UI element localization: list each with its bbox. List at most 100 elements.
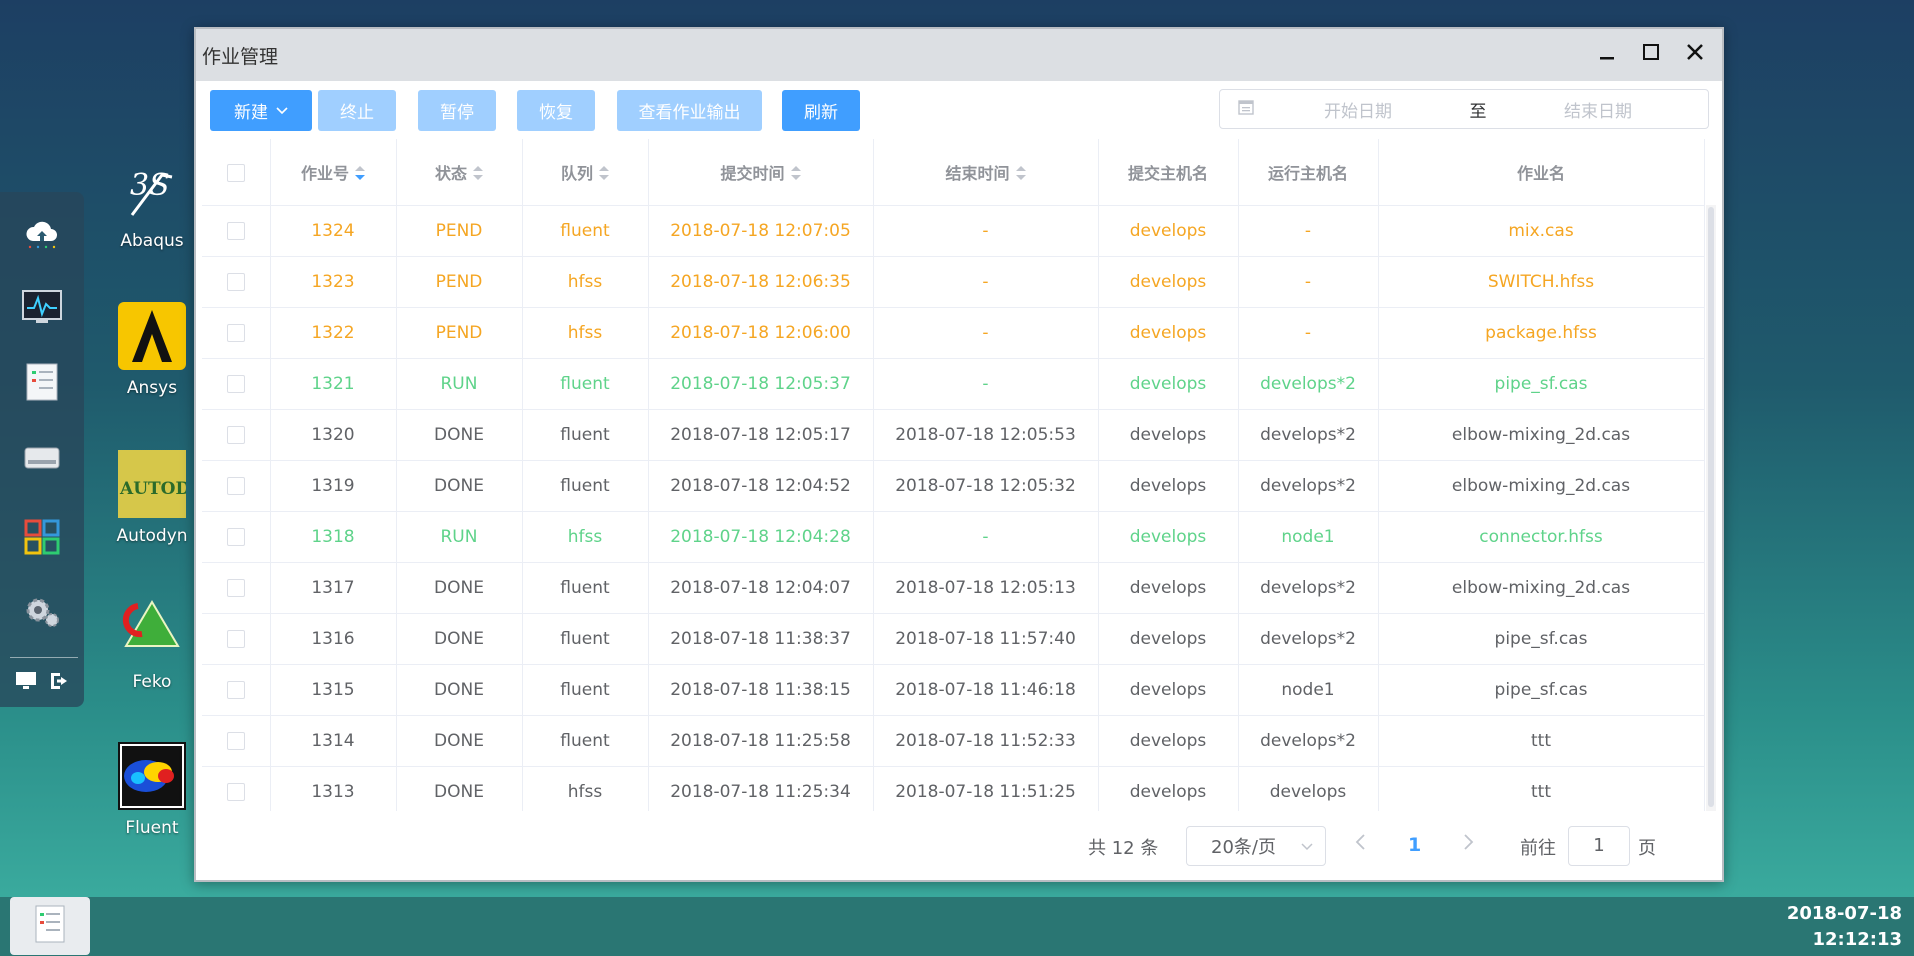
row-checkbox[interactable]	[226, 527, 245, 546]
scrollbar-thumb[interactable]	[1708, 207, 1714, 807]
sort-icon[interactable]	[790, 166, 801, 182]
table-cell: node1	[1238, 511, 1379, 563]
document-list-icon[interactable]	[22, 362, 62, 402]
monitor-chart-icon[interactable]	[22, 287, 62, 327]
column-header-label: 提交主机名	[1127, 163, 1208, 183]
column-header-job-id[interactable]: 作业号	[270, 139, 397, 206]
table-cell: 2018-07-18 11:57:40	[873, 613, 1099, 665]
table-header-row: 作业号 状态 队列 提交时间 结束时间 提交主机名 运行主机名 作业名	[202, 139, 1705, 206]
taskbar-clock: 2018-07-18 12:12:13	[1787, 901, 1902, 953]
row-checkbox[interactable]	[226, 782, 245, 801]
job-management-window: 作业管理 新建 终止 暂停 恢复 查看作业输出 刷新 开始日期 至 结束日期 作…	[194, 27, 1724, 882]
table-row[interactable]: 1322 PEND hfss 2018-07-18 12:06:00- develops…	[202, 307, 1705, 359]
select-all-checkbox[interactable]	[226, 163, 245, 182]
table-cell: DONE	[396, 664, 523, 716]
next-page-icon[interactable]	[1463, 832, 1475, 857]
column-header-submit-time[interactable]: 提交时间	[648, 139, 874, 206]
row-checkbox[interactable]	[226, 323, 245, 342]
table-cell: ttt	[1378, 715, 1705, 767]
minimize-icon[interactable]	[1592, 37, 1622, 67]
terminate-button[interactable]: 终止	[318, 90, 396, 131]
row-checkbox[interactable]	[226, 476, 245, 495]
sort-icon[interactable]	[599, 166, 609, 182]
fluent-logo-icon	[118, 742, 186, 810]
table-cell: 2018-07-18 12:07:05	[648, 205, 874, 257]
autodyn-logo-icon: AUTODYN	[118, 450, 186, 518]
table-row[interactable]: 1314 DONE fluent 2018-07-18 11:25:58 2018-07…	[202, 715, 1705, 767]
desktop-icon-autodyn[interactable]: AUTODYN Autodyn	[112, 450, 192, 546]
desktop-icon[interactable]	[12, 667, 40, 695]
table-row[interactable]: 1324 PEND fluent 2018-07-18 12:07:05- develo…	[202, 205, 1705, 257]
current-page-number[interactable]: 1	[1408, 834, 1421, 856]
row-checkbox[interactable]	[226, 272, 245, 291]
table-row[interactable]: 1319 DONE fluent 2018-07-18 12:04:52 2018-07…	[202, 460, 1705, 512]
table-cell: 2018-07-18 11:51:25	[873, 766, 1099, 811]
row-checkbox[interactable]	[226, 731, 245, 750]
goto-page-input[interactable]: 1	[1568, 826, 1630, 866]
column-header-label: 运行主机名	[1267, 163, 1348, 183]
sort-icon[interactable]	[355, 166, 365, 182]
row-checkbox[interactable]	[226, 374, 245, 393]
table-row[interactable]: 1313 DONE hfss 2018-07-18 11:25:34 2018-07-1…	[202, 766, 1705, 811]
table-cell: 1319	[270, 460, 397, 512]
row-checkbox[interactable]	[226, 680, 245, 699]
row-checkbox[interactable]	[226, 578, 245, 597]
pause-button[interactable]: 暂停	[418, 90, 496, 131]
table-cell: develops*2	[1238, 460, 1379, 512]
date-range-picker[interactable]: 开始日期 至 结束日期	[1219, 89, 1709, 129]
end-date-input[interactable]: 结束日期	[1498, 97, 1698, 122]
start-date-input[interactable]: 开始日期	[1258, 97, 1458, 122]
app-grid-icon[interactable]	[22, 517, 62, 557]
page-size-select[interactable]: 20条/页	[1186, 826, 1326, 866]
table-cell: develops*2	[1238, 409, 1379, 461]
feko-logo-icon	[118, 596, 186, 664]
desktop-icon-feko[interactable]: Feko	[112, 596, 192, 692]
row-select-cell	[202, 460, 271, 512]
gear-icon[interactable]	[22, 592, 62, 632]
column-header-queue[interactable]: 队列	[522, 139, 649, 206]
row-select-cell	[202, 562, 271, 614]
row-checkbox[interactable]	[226, 629, 245, 648]
row-checkbox[interactable]	[226, 425, 245, 444]
table-cell: fluent	[522, 460, 649, 512]
table-cell: 2018-07-18 12:05:13	[873, 562, 1099, 614]
new-dropdown-button[interactable]: 新建	[210, 90, 312, 131]
logout-icon[interactable]	[46, 667, 74, 695]
table-cell: DONE	[396, 409, 523, 461]
table-row[interactable]: 1315 DONE fluent 2018-07-18 11:38:15 2018-07…	[202, 664, 1705, 716]
table-cell: 2018-07-18 12:06:35	[648, 256, 874, 308]
row-checkbox[interactable]	[226, 221, 245, 240]
refresh-button[interactable]: 刷新	[782, 90, 860, 131]
table-cell: -	[873, 205, 1099, 257]
table-row[interactable]: 1316 DONE fluent 2018-07-18 11:38:37 2018-07…	[202, 613, 1705, 665]
table-row[interactable]: 1317 DONE fluent 2018-07-18 12:04:07 2018-07…	[202, 562, 1705, 614]
desktop-icon-fluent[interactable]: Fluent	[112, 742, 192, 838]
sort-icon[interactable]	[1015, 166, 1026, 182]
table-row[interactable]: 1323 PEND hfss 2018-07-18 12:06:35- develops…	[202, 256, 1705, 308]
column-header-status[interactable]: 状态	[396, 139, 523, 206]
table-cell: -	[873, 256, 1099, 308]
close-icon[interactable]	[1680, 37, 1710, 67]
maximize-icon[interactable]	[1636, 37, 1666, 67]
table-row[interactable]: 1321 RUN fluent 2018-07-18 12:05:37- develop…	[202, 358, 1705, 410]
table-cell: 1313	[270, 766, 397, 811]
prev-page-icon[interactable]	[1354, 832, 1366, 857]
desktop-icon-ansys[interactable]: Ansys	[112, 302, 192, 398]
table-cell: hfss	[522, 511, 649, 563]
table-cell: elbow-mixing_2d.cas	[1378, 409, 1705, 461]
drive-icon[interactable]	[22, 437, 62, 477]
table-cell: elbow-mixing_2d.cas	[1378, 562, 1705, 614]
cloud-upload-icon[interactable]	[22, 214, 62, 254]
window-titlebar[interactable]: 作业管理	[196, 29, 1722, 81]
resume-button[interactable]: 恢复	[517, 90, 595, 131]
sort-icon[interactable]	[473, 166, 483, 182]
taskbar-app-job-manager[interactable]	[10, 897, 90, 955]
table-scrollbar[interactable]	[1706, 205, 1716, 811]
table-row[interactable]: 1320 DONE fluent 2018-07-18 12:05:17 2018-07…	[202, 409, 1705, 461]
view-output-button[interactable]: 查看作业输出	[617, 90, 762, 131]
desktop-icon-abaqus[interactable]: 3S Abaqus	[112, 155, 192, 251]
column-header-end-time[interactable]: 结束时间	[873, 139, 1099, 206]
table-cell: node1	[1238, 664, 1379, 716]
row-select-cell	[202, 613, 271, 665]
table-row[interactable]: 1318 RUN hfss 2018-07-18 12:04:28- develops n…	[202, 511, 1705, 563]
